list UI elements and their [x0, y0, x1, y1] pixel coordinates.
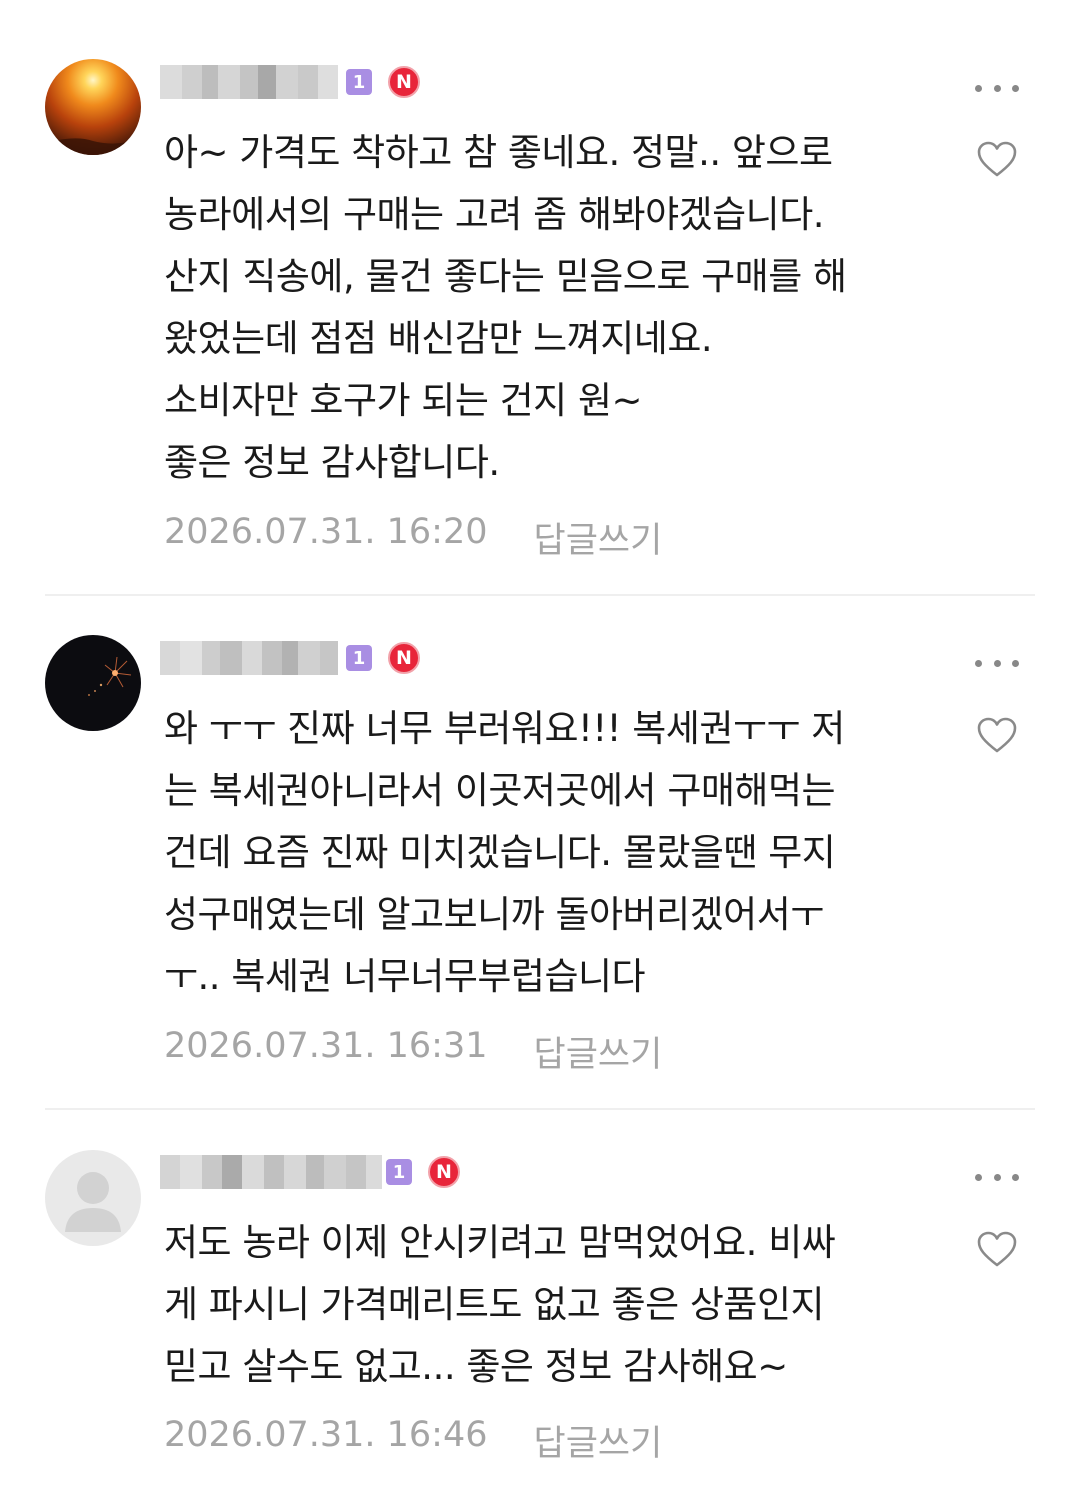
avatar[interactable] [45, 635, 141, 731]
comment-item: 1 N 와 ㅜㅜ 진짜 너무 부러워요!!! 복세권ㅜㅜ 저 는 복세권아니라서… [0, 596, 1078, 1108]
level-badge: 1 [346, 645, 372, 671]
comment-line: 성구매였는데 알고보니까 돌아버리겠어서ㅜ [164, 893, 824, 936]
reply-button[interactable]: 답글쓰기 [534, 1026, 663, 1077]
author-row: 1 N [160, 62, 420, 102]
new-badge: N [428, 1156, 460, 1188]
new-badge: N [388, 642, 420, 674]
author-row: 1 N [160, 638, 420, 678]
comment-line: 농라에서의 구매는 고려 좀 해봐야겠습니다. [164, 193, 825, 236]
more-dots-icon[interactable] [975, 78, 1019, 98]
comment-item: 1 N 저도 농라 이제 안시키려고 맘먹었어요. 비싸 게 파시니 가격메리트… [0, 1110, 1078, 1496]
comment-line: 와 ㅜㅜ 진짜 너무 부러워요!!! 복세권ㅜㅜ 저 [164, 707, 845, 750]
avatar[interactable] [45, 59, 141, 155]
default-user-icon [45, 1150, 141, 1246]
comment-item: 1 N 아~ 가격도 착하고 참 좋네요. 정말.. 앞으로 농라에서의 구매는… [0, 0, 1078, 595]
comment-line: 는 복세권아니라서 이곳저곳에서 구매해먹는 [164, 769, 836, 812]
fireworks-avatar-image [45, 635, 141, 731]
comment-text: 아~ 가격도 착하고 참 좋네요. 정말.. 앞으로 농라에서의 구매는 고려 … [164, 122, 934, 494]
level-badge: 1 [386, 1159, 412, 1185]
heart-outline-icon[interactable] [976, 716, 1018, 754]
comment-line: 소비자만 호구가 되는 건지 원~ [164, 379, 643, 422]
heart-outline-icon[interactable] [976, 1230, 1018, 1268]
comment-line: 게 파시니 가격메리트도 없고 좋은 상품인지 [164, 1283, 825, 1326]
comment-line: 건데 요즘 진짜 미치겠습니다. 몰랐을땐 무지 [164, 831, 836, 874]
comment-text: 저도 농라 이제 안시키려고 맘먹었어요. 비싸 게 파시니 가격메리트도 없고… [164, 1212, 934, 1398]
reply-button[interactable]: 답글쓰기 [534, 1415, 663, 1466]
comment-line: 좋은 정보 감사합니다. [164, 441, 500, 484]
comment-line: 왔었는데 점점 배신감만 느껴지네요. [164, 317, 713, 360]
comment-line: 저도 농라 이제 안시키려고 맘먹었어요. 비싸 [164, 1221, 836, 1264]
sunset-avatar-image [45, 59, 141, 155]
comment-meta: 2026.07.31. 16:20 답글쓰기 [164, 512, 662, 563]
comment-line: 믿고 살수도 없고... 좋은 정보 감사해요~ [164, 1345, 788, 1388]
comment-line: 아~ 가격도 착하고 참 좋네요. 정말.. 앞으로 [164, 131, 833, 174]
new-badge: N [388, 66, 420, 98]
comment-meta: 2026.07.31. 16:31 답글쓰기 [164, 1026, 662, 1077]
author-name-blurred[interactable] [160, 641, 338, 675]
comment-text: 와 ㅜㅜ 진짜 너무 부러워요!!! 복세권ㅜㅜ 저 는 복세권아니라서 이곳저… [164, 698, 934, 1008]
author-row: 1 N [160, 1152, 460, 1192]
author-name-blurred[interactable] [160, 65, 338, 99]
level-badge: 1 [346, 69, 372, 95]
comment-meta: 2026.07.31. 16:46 답글쓰기 [164, 1415, 662, 1466]
reply-button[interactable]: 답글쓰기 [534, 512, 663, 563]
heart-outline-icon[interactable] [976, 140, 1018, 178]
more-dots-icon[interactable] [975, 653, 1019, 673]
timestamp: 2026.07.31. 16:20 [164, 512, 488, 552]
timestamp: 2026.07.31. 16:46 [164, 1415, 488, 1455]
comment-line: 산지 직송에, 물건 좋다는 믿음으로 구매를 해 [164, 255, 847, 298]
timestamp: 2026.07.31. 16:31 [164, 1026, 488, 1066]
comment-line: ㅜ.. 복세권 너무너무부럽습니다 [164, 955, 646, 998]
avatar[interactable] [45, 1150, 141, 1246]
more-dots-icon[interactable] [975, 1167, 1019, 1187]
author-name-blurred[interactable] [160, 1155, 382, 1189]
